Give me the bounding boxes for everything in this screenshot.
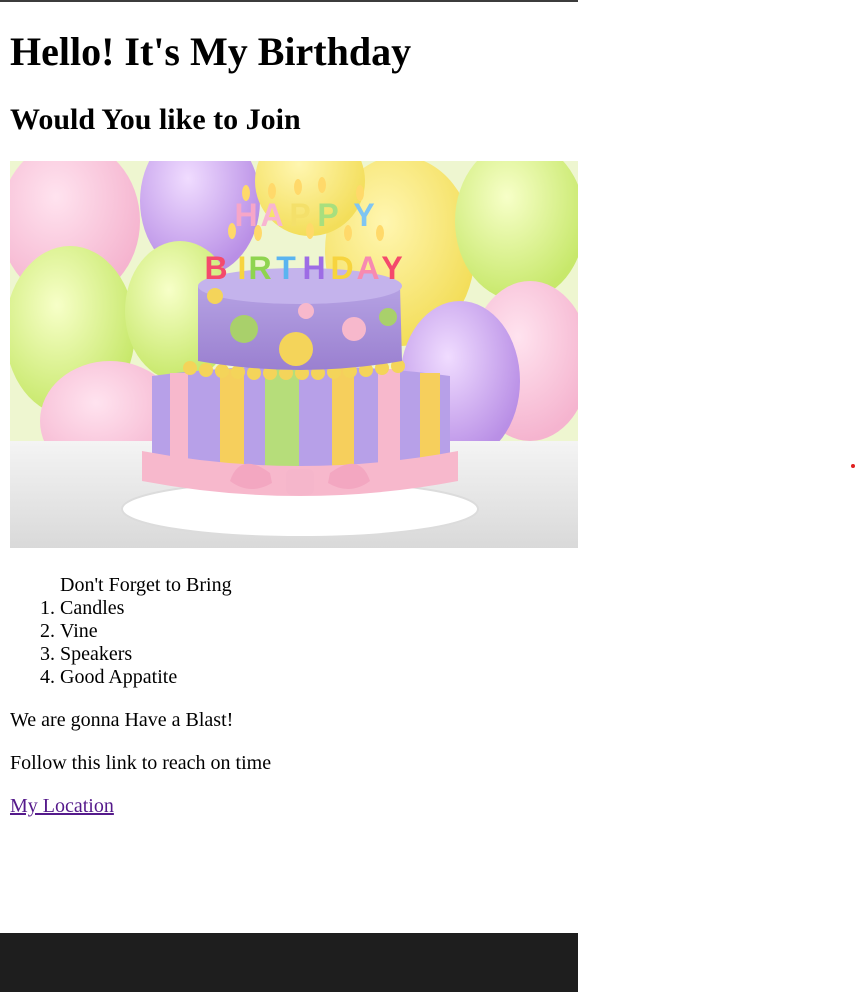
list-item: Good Appatite [60, 666, 232, 689]
candle-letter: T [276, 250, 296, 286]
candle-letter: I [238, 250, 247, 286]
page-subtitle: Would You like to Join [10, 103, 301, 136]
top-border [0, 0, 578, 2]
page-title: Hello! It's My Birthday [10, 29, 412, 74]
candle-letter: A [260, 197, 283, 233]
candle-letter: D [330, 250, 353, 286]
candle-letter: H [302, 250, 325, 286]
birthday-cake-image: H A P P Y B I R T H D A Y [10, 161, 578, 548]
candle-letter: Y [381, 250, 402, 286]
list-item: Vine [60, 620, 232, 643]
list-item: Speakers [60, 643, 232, 666]
blast-text: We are gonna Have a Blast! [10, 709, 234, 731]
my-location-link[interactable]: My Location [10, 795, 114, 818]
red-dot-marker [851, 464, 855, 468]
list-item: Candles [60, 597, 232, 620]
directions-text: Follow this link to reach on time [10, 752, 272, 774]
candle-letter: H [234, 197, 257, 233]
bring-list: Don't Forget to Bring Candles Vine Speak… [10, 574, 232, 689]
candle-letter: B [204, 250, 227, 286]
candle-letter: P [317, 197, 338, 233]
candle-letter: Y [353, 197, 374, 233]
candle-letter: A [356, 250, 379, 286]
footer-bar [0, 933, 578, 992]
candle-letter: R [248, 250, 271, 286]
bring-list-caption: Don't Forget to Bring [60, 574, 232, 596]
bring-items: Candles Vine Speakers Good Appatite [60, 597, 232, 689]
